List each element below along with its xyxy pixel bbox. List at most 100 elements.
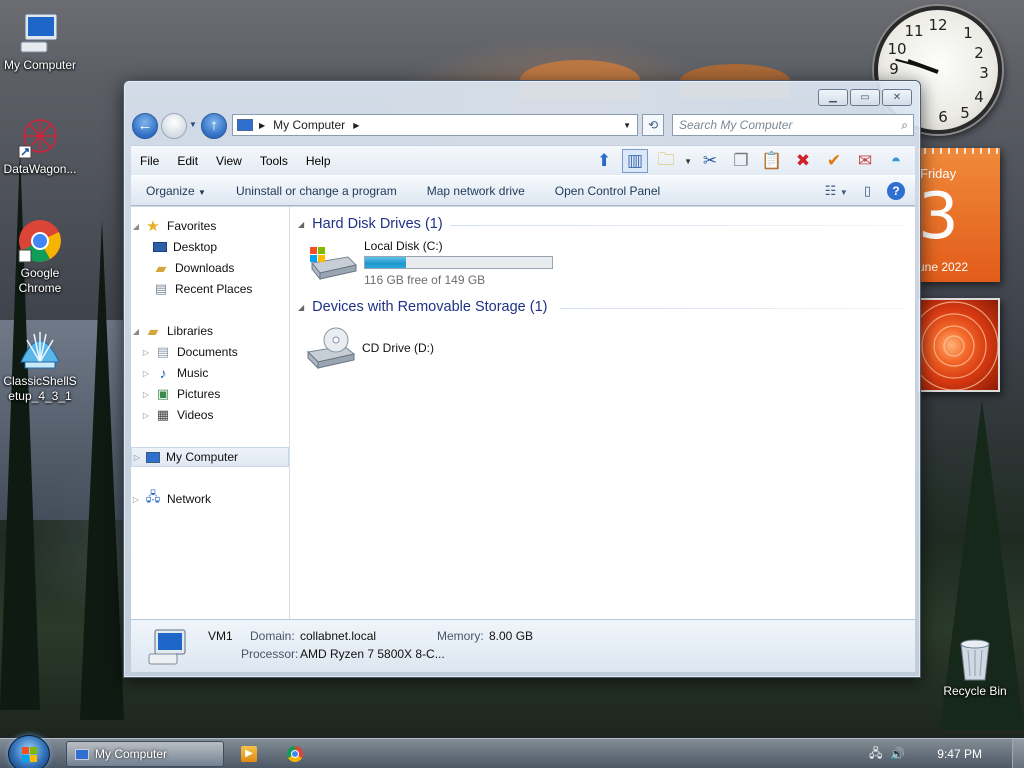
classic-shell-icon[interactable]: ◓ (883, 149, 909, 173)
uninstall-program-button[interactable]: Uninstall or change a program (221, 184, 412, 198)
clock-time[interactable]: 9:47 PM (937, 747, 982, 761)
expand-arrow-icon[interactable]: ▷ (141, 348, 151, 357)
show-desktop-button[interactable] (1012, 739, 1024, 768)
folders-pane-icon[interactable]: ▥ (622, 149, 649, 173)
expand-arrow-icon[interactable]: ▷ (131, 495, 141, 504)
processor-label: Processor: (241, 647, 299, 661)
computer-icon (17, 10, 63, 56)
group-header-removable-storage[interactable]: ◢ Devices with Removable Storage (1) (298, 299, 547, 315)
paste-icon[interactable]: 📋 (759, 149, 785, 173)
nav-network[interactable]: ▷ 🖧 Network (131, 489, 289, 509)
view-controls: ☷ ▼ ▯ ? (825, 182, 905, 200)
group-header-hard-disk-drives[interactable]: ◢ Hard Disk Drives (1) (298, 216, 443, 232)
clock-numeral: 12 (928, 16, 948, 34)
nav-music[interactable]: ▷ ♪ Music (131, 363, 289, 383)
desktop-icon-label: My Computer (3, 58, 77, 72)
desktop-icon-my-computer[interactable]: My Computer (0, 10, 80, 73)
chrome-taskbar-icon[interactable] (287, 746, 303, 762)
nav-libraries[interactable]: ◢ ▰ Libraries (131, 321, 289, 341)
volume-icon[interactable]: 🔊 (890, 747, 905, 761)
copy-icon[interactable]: ❐ (728, 149, 754, 173)
nav-my-computer[interactable]: ▷ My Computer (131, 447, 289, 467)
map-network-drive-button[interactable]: Map network drive (412, 184, 540, 198)
desktop-icon-label: DataWagon... (3, 162, 77, 176)
folder-options-dropdown-icon[interactable]: ▼ (684, 157, 692, 166)
media-player-icon[interactable]: ▶ (241, 746, 257, 762)
group-collapse-icon[interactable]: ◢ (298, 220, 304, 229)
breadcrumb-my-computer[interactable]: My Computer (273, 118, 345, 132)
expand-arrow-icon[interactable]: ▷ (132, 453, 142, 462)
up-folder-icon[interactable]: ⬆ (591, 149, 617, 173)
flower-photo (920, 301, 998, 390)
expand-arrow-icon[interactable]: ▷ (141, 411, 151, 420)
email-icon[interactable]: ✉ (852, 149, 878, 173)
drive-free-space: 116 GB free of 149 GB (364, 273, 486, 287)
calendar-rings (918, 148, 1000, 154)
preview-pane-icon[interactable]: ▯ (864, 183, 871, 199)
open-control-panel-button[interactable]: Open Control Panel (540, 184, 675, 198)
slideshow-gadget[interactable] (918, 298, 1000, 392)
collapse-arrow-icon[interactable]: ◢ (131, 327, 141, 336)
desktop-icon-label: ClassicShellSetup_4_3_1 (3, 374, 77, 403)
help-icon[interactable]: ? (887, 182, 905, 200)
clock-numeral: 2 (974, 44, 984, 62)
address-dropdown-icon[interactable]: ▼ (623, 121, 631, 130)
start-button[interactable] (8, 735, 50, 768)
cut-icon[interactable]: ✂ (697, 149, 723, 173)
menu-help[interactable]: Help (297, 154, 340, 168)
classic-toolbar: ⬆ ▥ 🗀 ▼ ✂ ❐ 📋 ✖ ✔ ✉ ◓ (591, 149, 909, 173)
expand-arrow-icon[interactable]: ▷ (141, 390, 151, 399)
menu-tools[interactable]: Tools (251, 154, 297, 168)
forward-button[interactable] (161, 113, 187, 139)
address-bar[interactable]: ▶ My Computer ▶ ▼ (232, 114, 638, 136)
domain-value: collabnet.local (300, 629, 377, 643)
drive-name: CD Drive (D:) (362, 341, 434, 355)
delete-icon[interactable]: ✖ (790, 149, 816, 173)
refresh-button[interactable]: ⟲ (642, 114, 664, 136)
nav-pictures[interactable]: ▷ ▣ Pictures (131, 384, 289, 404)
folder-options-icon[interactable]: 🗀 (653, 149, 679, 173)
menu-edit[interactable]: Edit (168, 154, 207, 168)
up-button[interactable]: ↑ (201, 113, 227, 139)
close-button[interactable]: ✕ (882, 89, 912, 106)
memory-label: Memory: (437, 629, 484, 643)
nav-favorites[interactable]: ◢ ★ Favorites (131, 216, 289, 236)
navigation-pane: ◢ ★ Favorites Desktop ▰ Downloads ▤ Rece… (131, 207, 290, 619)
nav-recent-places[interactable]: ▤ Recent Places (131, 279, 289, 299)
desktop-icon-classicshell[interactable]: ClassicShellSetup_4_3_1 (0, 326, 80, 404)
search-icon[interactable]: ⌕ (901, 118, 908, 133)
search-box[interactable]: Search My Computer ⌕ (672, 114, 914, 136)
calendar-gadget[interactable]: Friday 3 une 2022 (918, 148, 1000, 282)
back-button[interactable]: ← (132, 113, 158, 139)
maximize-button[interactable]: ▭ (850, 89, 880, 106)
menu-file[interactable]: File (131, 154, 168, 168)
windows-logo-icon (22, 747, 37, 762)
minimize-button[interactable]: ▁ (818, 89, 848, 106)
cd-drive-icon (306, 326, 356, 370)
breadcrumb-arrow-icon[interactable]: ▶ (259, 121, 265, 130)
menu-view[interactable]: View (207, 154, 251, 168)
collapse-arrow-icon[interactable]: ◢ (131, 222, 141, 231)
desktop-icon-recycle-bin[interactable]: Recycle Bin (935, 636, 1015, 699)
clock-numeral: 1 (963, 24, 973, 42)
desktop-icon (153, 242, 167, 252)
network-tray-icon[interactable]: 🖧 (869, 744, 882, 765)
details-pane: VM1 Domain: collabnet.local Memory: 8.00… (131, 619, 915, 672)
change-view-icon[interactable]: ☷ ▼ (825, 183, 848, 199)
nav-videos[interactable]: ▷ ▦ Videos (131, 405, 289, 425)
breadcrumb-arrow-icon[interactable]: ▶ (353, 121, 359, 130)
nav-downloads[interactable]: ▰ Downloads (131, 258, 289, 278)
nav-desktop[interactable]: Desktop (131, 237, 289, 257)
desktop-icon-chrome[interactable]: Google Chrome (0, 218, 80, 296)
expand-arrow-icon[interactable]: ▷ (141, 369, 151, 378)
drive-local-disk-c[interactable]: Local Disk (C:) 116 GB free of 149 GB (308, 239, 553, 287)
properties-check-icon[interactable]: ✔ (821, 149, 847, 173)
taskbar-button-my-computer[interactable]: My Computer (66, 741, 224, 767)
drive-cd-d-item[interactable]: CD Drive (D:) (306, 326, 434, 370)
recent-pages-dropdown[interactable]: ▼ (189, 120, 197, 129)
desktop-icon-datawagon[interactable]: DataWagon... (0, 114, 80, 177)
nav-documents[interactable]: ▷ ▤ Documents (131, 342, 289, 362)
group-collapse-icon[interactable]: ◢ (298, 303, 304, 312)
explorer-window[interactable]: ▁ ▭ ✕ ← ▼ ↑ ▶ My Computer ▶ ▼ ⟲ Search M… (123, 80, 921, 678)
organize-button[interactable]: Organize ▼ (131, 184, 221, 198)
